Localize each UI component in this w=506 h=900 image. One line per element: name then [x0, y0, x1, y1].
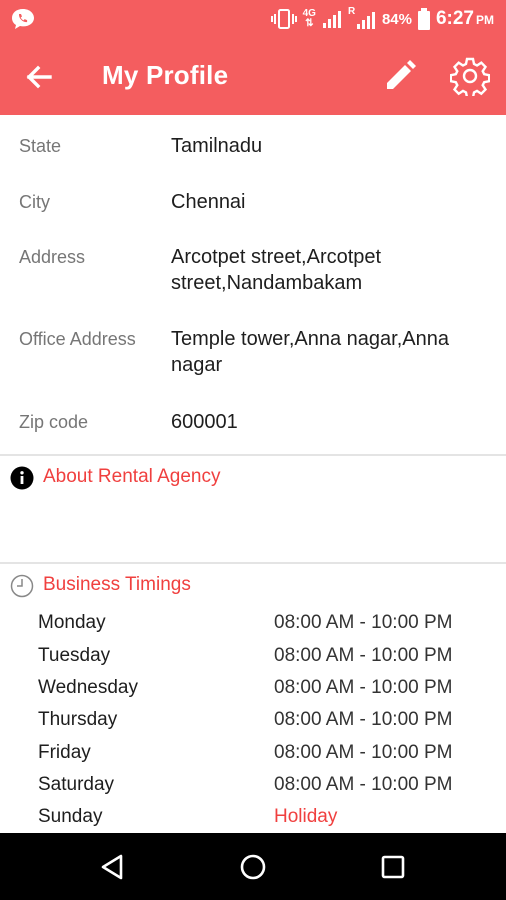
day-hours: 08:00 AM - 10:00 PM — [274, 645, 453, 666]
roaming-indicator: R — [347, 6, 356, 17]
timing-row: Saturday 08:00 AM - 10:00 PM — [0, 774, 506, 804]
back-arrow-icon[interactable] — [22, 60, 56, 94]
signal-icon-2 — [356, 12, 375, 29]
row-label: City — [19, 192, 50, 212]
settings-gear-icon[interactable] — [450, 56, 490, 96]
system-nav-bar — [0, 833, 506, 900]
info-icon — [10, 466, 34, 490]
status-bar: 4G ⇅ R 84% 6:27 PM — [0, 0, 506, 38]
day-hours: 08:00 AM - 10:00 PM — [274, 774, 453, 795]
timing-row: Friday 08:00 AM - 10:00 PM — [0, 742, 506, 772]
divider — [0, 454, 506, 456]
phone-chat-icon — [12, 9, 34, 29]
day-name: Sunday — [38, 806, 103, 827]
about-heading[interactable]: About Rental Agency — [43, 466, 220, 488]
day-hours: 08:00 AM - 10:00 PM — [274, 677, 453, 698]
vibrate-icon — [270, 9, 297, 29]
timing-row: Thursday 08:00 AM - 10:00 PM — [0, 709, 506, 739]
page-title: My Profile — [102, 60, 229, 90]
row-label: Zip code — [19, 412, 89, 432]
day-hours: 08:00 AM - 10:00 PM — [274, 709, 453, 730]
row-label: State — [19, 136, 62, 156]
day-hours: 08:00 AM - 10:00 PM — [274, 612, 453, 633]
battery-percent: 84% — [381, 10, 412, 28]
clock-icon — [10, 574, 34, 598]
day-name: Thursday — [38, 709, 118, 730]
nav-back-icon[interactable] — [97, 851, 129, 883]
timing-row: Tuesday 08:00 AM - 10:00 PM — [0, 645, 506, 675]
app-toolbar: My Profile — [0, 38, 506, 115]
day-hours-holiday: Holiday — [274, 806, 338, 827]
business-timings-header: Business Timings — [0, 572, 506, 602]
row-value: Arcotpet street,Arcotpet street,Nandamba… — [171, 246, 382, 294]
day-name: Tuesday — [38, 645, 111, 666]
business-timings-heading: Business Timings — [43, 574, 191, 595]
battery-icon — [417, 8, 430, 30]
nav-recents-icon[interactable] — [377, 851, 409, 883]
about-section-header: About Rental Agency — [0, 464, 506, 494]
edit-pencil-icon[interactable] — [382, 58, 418, 94]
day-name: Monday — [38, 612, 106, 633]
row-value: Temple tower,Anna nagar,Anna nagar — [171, 328, 449, 376]
timing-row: Sunday Holiday — [0, 806, 506, 836]
nav-home-icon[interactable] — [237, 851, 269, 883]
signal-icon — [322, 11, 341, 28]
day-hours: 08:00 AM - 10:00 PM — [274, 742, 453, 763]
day-name: Saturday — [38, 774, 115, 795]
clock-time: 6:27 — [435, 8, 474, 29]
day-name: Friday — [38, 742, 91, 763]
data-arrows-icon: ⇅ — [305, 18, 314, 29]
row-value: Tamilnadu — [171, 135, 263, 157]
day-name: Wednesday — [38, 677, 138, 698]
timing-row: Wednesday 08:00 AM - 10:00 PM — [0, 677, 506, 707]
divider — [0, 562, 506, 564]
row-value: 600001 — [171, 411, 238, 433]
clock-ampm: PM — [476, 13, 494, 27]
row-label: Office Address — [19, 329, 136, 349]
row-value: Chennai — [171, 191, 246, 213]
timing-row: Monday 08:00 AM - 10:00 PM — [0, 612, 506, 642]
row-label: Address — [19, 247, 86, 267]
